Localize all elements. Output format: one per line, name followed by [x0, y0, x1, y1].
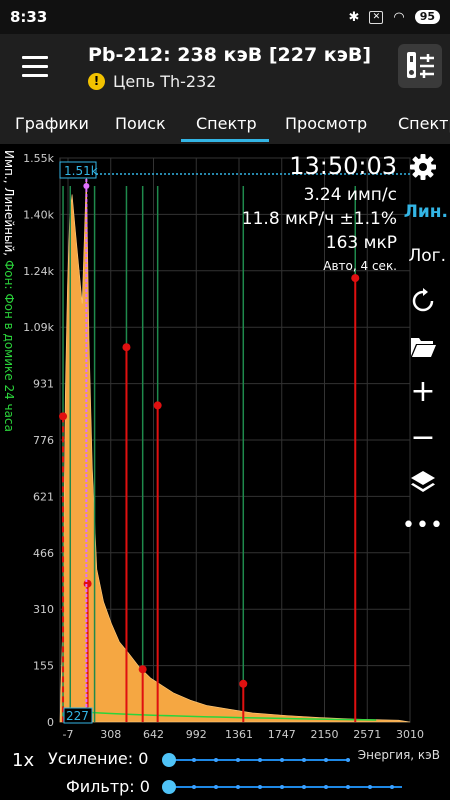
settings-button[interactable] — [406, 150, 440, 184]
count-rate-readout: 3.24 имп/с — [303, 185, 397, 205]
filter-slider-thumb[interactable] — [162, 780, 176, 794]
x-tick-label: 642 — [143, 728, 164, 741]
y-tick-label: 1.09k — [23, 321, 54, 334]
wifi-icon: ◠ — [393, 9, 405, 25]
filter-slider[interactable] — [162, 779, 442, 795]
peak-marker-dot — [138, 665, 147, 674]
filter-label: Фильтр: 0 — [66, 777, 150, 796]
y-axis-label: Имп., Линейный, — [2, 150, 16, 257]
zoom-in-button[interactable]: + — [406, 373, 440, 409]
tab-graphs[interactable]: Графики — [15, 114, 89, 133]
acquisition-mode: Авто, 4 сек. — [323, 259, 397, 273]
scale-log-button[interactable]: Лог. — [408, 246, 446, 266]
folder-open-icon — [411, 338, 436, 357]
y-tick-label: 1.24k — [23, 265, 54, 278]
cursor-channel-label: 227 — [66, 709, 89, 723]
peak-marker-dot — [83, 579, 92, 588]
tab-view[interactable]: Просмотр — [285, 114, 367, 133]
cursor-count-label: 1.51k — [64, 164, 98, 178]
decay-chain-label: Цепь Th-232 — [113, 72, 217, 91]
x-tick-label: 1361 — [225, 728, 253, 741]
x-tick-label: 3010 — [396, 728, 424, 741]
gain-slider[interactable] — [162, 752, 442, 768]
peak-marker-dot — [153, 401, 162, 410]
dose-readout: 163 мкР — [325, 233, 397, 253]
bottom-controls: 1x Усиление: 0 Энергия, кэВ Фильтр: 0 — [0, 744, 450, 800]
x-tick-label: -7 — [63, 728, 74, 741]
plus-icon: + — [410, 373, 436, 409]
minus-icon: − — [410, 419, 436, 455]
zoom-out-button[interactable]: − — [406, 419, 440, 455]
y-tick-label: 310 — [33, 603, 54, 616]
y-tick-label: 1.40k — [23, 208, 54, 221]
battery-icon: 95 — [414, 10, 440, 24]
x-tick-label: 2571 — [353, 728, 381, 741]
gain-multiplier-button[interactable]: 1x — [12, 750, 34, 771]
y-tick-label: 0 — [47, 716, 54, 729]
x-tick-label: 992 — [186, 728, 207, 741]
tab-spectrum-2[interactable]: Спектр — [398, 114, 450, 133]
reset-button[interactable] — [406, 284, 440, 318]
y-tick-label: 466 — [33, 547, 54, 560]
tab-search[interactable]: Поиск — [115, 114, 166, 133]
gain-label: Усиление: 0 — [48, 749, 149, 768]
x-tick-label: 1747 — [268, 728, 296, 741]
more-button[interactable]: ••• — [402, 508, 443, 542]
clock-readout: 13:50:03 — [289, 152, 397, 180]
y-tick-label: 155 — [33, 660, 54, 673]
peak-marker-dot — [239, 679, 248, 688]
bluetooth-icon: ✱ — [348, 9, 360, 25]
status-bar: 8:33 ✱ ✕ ◠ 95 — [0, 0, 450, 34]
peak-marker-dot — [351, 274, 360, 283]
y-tick-label: 776 — [33, 434, 54, 447]
y-axis-title: Имп., Линейный, Фон: Фон в домике 24 час… — [2, 150, 16, 450]
background-label: Фон: Фон в домике 24 часа — [2, 259, 16, 432]
refresh-icon — [412, 288, 434, 312]
tab-bar: Графики Поиск Спектр Просмотр Спектр — [0, 102, 450, 144]
layers-icon — [411, 471, 435, 492]
x-tick-label: 308 — [100, 728, 121, 741]
gear-icon — [410, 154, 436, 180]
dose-rate-readout: 11.8 мкР/ч ±1.1% — [241, 209, 397, 229]
peak-marker-dot — [122, 343, 131, 352]
menu-icon[interactable] — [22, 56, 48, 83]
page-subtitle: ! Цепь Th-232 — [88, 72, 216, 91]
status-time: 8:33 — [10, 8, 48, 26]
isotope-settings-button[interactable] — [398, 44, 442, 88]
x-tick-label: 2150 — [311, 728, 339, 741]
scale-linear-button[interactable]: Лин. — [404, 202, 448, 222]
more-icon: ••• — [402, 512, 444, 538]
y-tick-label: 1.55k — [23, 152, 54, 165]
page-title: Pb-212: 238 кэВ [227 кэВ] — [88, 44, 372, 66]
sim-icon: ✕ — [369, 10, 384, 24]
warning-icon: ! — [88, 73, 105, 90]
peak-marker-dot — [59, 412, 68, 421]
y-tick-label: 621 — [33, 490, 54, 503]
gain-slider-thumb[interactable] — [162, 753, 176, 767]
open-file-button[interactable] — [406, 330, 440, 364]
layers-button[interactable] — [406, 465, 440, 499]
app-bar: Pb-212: 238 кэВ [227 кэВ] ! Цепь Th-232 — [0, 34, 450, 102]
cursor-dot — [83, 183, 90, 189]
status-icons: ✱ ✕ ◠ 95 — [348, 10, 440, 25]
tab-spectrum[interactable]: Спектр — [196, 114, 257, 133]
sliders-icon — [407, 52, 434, 78]
active-tab-indicator — [181, 139, 269, 142]
y-tick-label: 931 — [33, 378, 54, 391]
